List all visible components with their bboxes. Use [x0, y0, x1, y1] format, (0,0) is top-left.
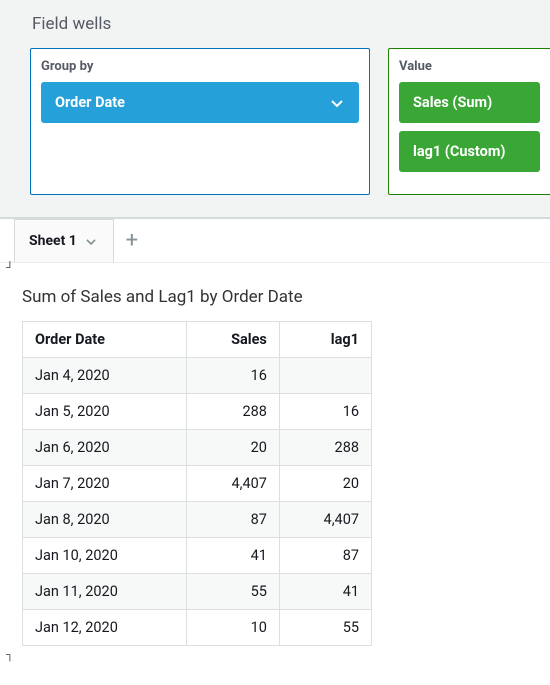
table-header-row: Order Date Sales lag1 — [23, 322, 372, 358]
sheet-tab-1-label: Sheet 1 — [29, 233, 77, 249]
value-well[interactable]: Value Sales (Sum) lag1 (Custom) — [388, 48, 550, 195]
cell-lag1: 288 — [279, 430, 371, 466]
cell-sales: 16 — [187, 358, 280, 394]
cell-lag1: 16 — [279, 394, 371, 430]
cell-lag1 — [279, 358, 371, 394]
plus-icon: + — [126, 228, 138, 253]
cell-sales: 10 — [187, 610, 280, 646]
cell-lag1: 87 — [279, 538, 371, 574]
group-by-field-pill[interactable]: Order Date — [41, 82, 359, 123]
cell-lag1: 4,407 — [279, 502, 371, 538]
cell-sales: 288 — [187, 394, 280, 430]
value-label: Value — [399, 59, 540, 74]
col-header-order-date[interactable]: Order Date — [23, 322, 187, 358]
field-wells-panel: Field wells Group by Order Date Value Sa… — [0, 0, 550, 219]
table-row: Jan 5, 202028816 — [23, 394, 372, 430]
visualization-title: Sum of Sales and Lag1 by Order Date — [22, 287, 550, 307]
table-row: Jan 6, 202020288 — [23, 430, 372, 466]
cell-order-date: Jan 12, 2020 — [23, 610, 187, 646]
value-field-pill-sales[interactable]: Sales (Sum) — [399, 82, 540, 123]
table-row: Jan 8, 2020874,407 — [23, 502, 372, 538]
cell-lag1: 20 — [279, 466, 371, 502]
cell-sales: 4,407 — [187, 466, 280, 502]
group-by-label: Group by — [41, 59, 359, 74]
cell-sales: 87 — [187, 502, 280, 538]
table-row: Jan 11, 20205541 — [23, 574, 372, 610]
cell-order-date: Jan 10, 2020 — [23, 538, 187, 574]
crop-mark-top: ┘ — [0, 263, 550, 273]
field-wells-title: Field wells — [32, 14, 550, 34]
cell-lag1: 41 — [279, 574, 371, 610]
sheet-tab-1[interactable]: Sheet 1 — [14, 219, 114, 262]
value-field-pill-lag1[interactable]: lag1 (Custom) — [399, 131, 540, 172]
cell-lag1: 55 — [279, 610, 371, 646]
cell-sales: 20 — [187, 430, 280, 466]
cell-sales: 41 — [187, 538, 280, 574]
add-sheet-button[interactable]: + — [114, 219, 150, 262]
cell-order-date: Jan 8, 2020 — [23, 502, 187, 538]
group-by-field-label: Order Date — [55, 94, 125, 111]
data-table: Order Date Sales lag1 Jan 4, 202016Jan 5… — [22, 321, 372, 646]
cell-order-date: Jan 11, 2020 — [23, 574, 187, 610]
cell-order-date: Jan 6, 2020 — [23, 430, 187, 466]
visualization-area: Sum of Sales and Lag1 by Order Date Orde… — [0, 273, 550, 646]
chevron-down-icon — [329, 95, 345, 111]
table-body: Jan 4, 202016Jan 5, 202028816Jan 6, 2020… — [23, 358, 372, 646]
field-wells-row: Group by Order Date Value Sales (Sum) la… — [30, 48, 550, 195]
group-by-well[interactable]: Group by Order Date — [30, 48, 370, 195]
table-row: Jan 12, 20201055 — [23, 610, 372, 646]
cell-order-date: Jan 7, 2020 — [23, 466, 187, 502]
cell-sales: 55 — [187, 574, 280, 610]
sheet-tab-strip: Sheet 1 + — [0, 219, 550, 263]
col-header-lag1[interactable]: lag1 — [279, 322, 371, 358]
col-header-sales[interactable]: Sales — [187, 322, 280, 358]
cell-order-date: Jan 5, 2020 — [23, 394, 187, 430]
cell-order-date: Jan 4, 2020 — [23, 358, 187, 394]
table-row: Jan 4, 202016 — [23, 358, 372, 394]
value-field-label-sales: Sales (Sum) — [413, 94, 492, 111]
chevron-down-icon — [83, 235, 99, 248]
table-row: Jan 7, 20204,40720 — [23, 466, 372, 502]
value-field-label-lag1: lag1 (Custom) — [413, 143, 505, 160]
table-row: Jan 10, 20204187 — [23, 538, 372, 574]
crop-mark-bottom: ┐ — [0, 650, 550, 660]
